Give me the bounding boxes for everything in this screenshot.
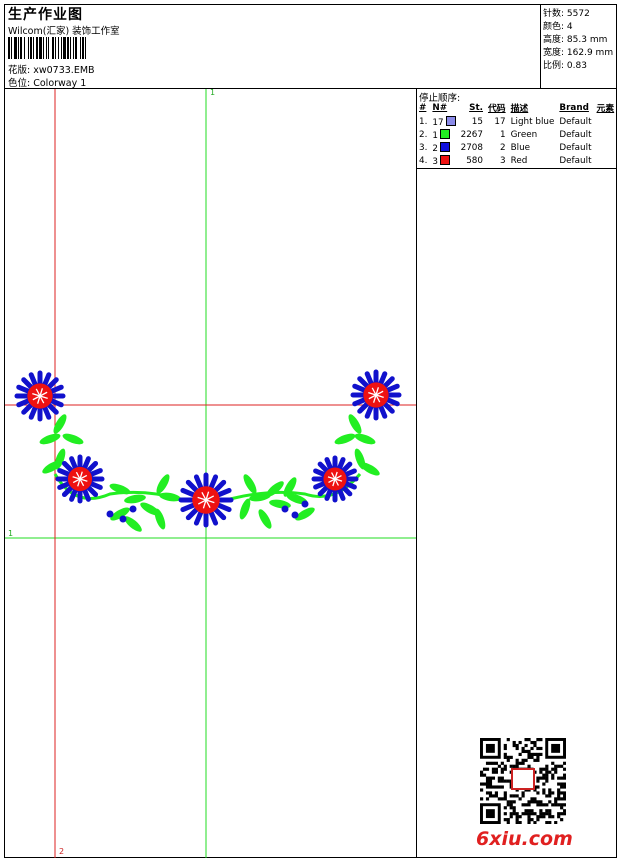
bud-stitch — [301, 500, 309, 508]
panel-divider — [416, 88, 417, 858]
company-name: Wilcom(汇家) 装饰工作室 — [8, 26, 120, 37]
leaf-stitch — [39, 433, 61, 445]
leaf-stitch — [156, 474, 170, 494]
bud-stitch — [119, 515, 127, 523]
flower-garland — [14, 369, 402, 532]
bud-stitch — [281, 505, 289, 513]
col-brand: Brand — [559, 102, 589, 113]
color-swatch — [440, 141, 451, 152]
thread-row: 4. 3 580 3 Red Default — [419, 154, 592, 167]
bud-stitch — [106, 510, 114, 518]
flower-motif — [14, 370, 66, 422]
seal-icon — [511, 768, 535, 790]
colorway-value: Colorway 1 — [33, 78, 87, 89]
flower-motif — [350, 369, 402, 421]
leaf-stitch — [53, 414, 67, 434]
stats-divider — [540, 4, 541, 89]
stat-scale: 比例: 0.83 — [543, 61, 587, 71]
stat-stitches: 针数: 5572 — [543, 9, 590, 19]
bud-stitch — [129, 505, 137, 513]
color-swatch — [440, 128, 451, 139]
leaf-stitch — [243, 474, 257, 494]
thread-row: 3. 2 2708 2 Blue Default — [419, 141, 592, 154]
color-swatch — [440, 154, 451, 165]
flower-motif — [55, 454, 105, 504]
axis-label-bottom: 2 — [59, 847, 65, 856]
col-st: St. — [469, 102, 483, 113]
color-swatch — [445, 115, 456, 126]
leaf-stitch — [266, 481, 284, 497]
flower-motif — [178, 472, 234, 528]
col-code: 代码 — [488, 104, 506, 114]
thread-table: # N# St. 代码 描述 Brand 元素 1. 17 15 17 Ligh… — [417, 101, 617, 167]
thread-table-divider — [416, 168, 617, 169]
axis-label-left: 1 — [8, 529, 14, 538]
colorway-label: 色位: — [8, 78, 31, 89]
col-seq: # — [419, 102, 427, 113]
barcode-icon — [8, 37, 86, 59]
watermark-logo: 6xiu.com — [476, 828, 573, 850]
colorway-row: 色位: Colorway 1 — [8, 75, 86, 89]
col-desc: 描述 — [510, 104, 529, 114]
col-element: 元素 — [596, 104, 615, 114]
thread-table-header: # N# St. 代码 描述 Brand 元素 — [417, 101, 617, 115]
stat-colors: 颜色: 4 — [543, 22, 573, 32]
thread-row: 2. 1 2267 1 Green Default — [419, 128, 592, 141]
axis-label-top: 1 — [210, 88, 216, 97]
leaf-stitch — [334, 433, 356, 445]
page-title: 生产作业图 — [8, 7, 83, 23]
flower-motif — [311, 455, 359, 503]
embroidery-design-canvas — [5, 89, 416, 858]
leaf-stitch — [258, 509, 272, 529]
leaf-stitch — [348, 414, 362, 434]
leaf-stitch — [239, 498, 251, 520]
leaf-stitch — [62, 433, 84, 445]
stat-width: 宽度: 162.9 mm — [543, 48, 614, 58]
leaf-stitch — [354, 433, 376, 445]
design-file-row: 花版: xw0733.EMB — [8, 62, 95, 76]
bud-stitch — [291, 511, 299, 519]
stat-height: 高度: 85.3 mm — [543, 35, 608, 45]
col-n: N# — [432, 102, 448, 113]
thread-row: 1. 17 15 17 Light blue Default — [419, 115, 592, 128]
